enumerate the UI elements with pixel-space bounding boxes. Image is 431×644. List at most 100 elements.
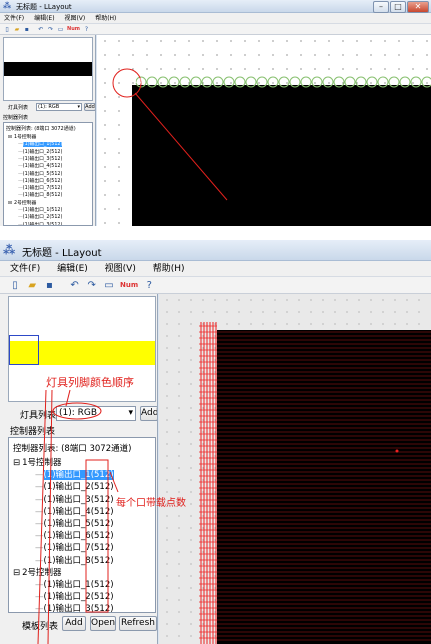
grid-dot	[178, 539, 180, 541]
tree-port-node[interactable]: —(1)输出口_6(512)	[18, 177, 62, 184]
menu-edit[interactable]: 编辑(E)	[57, 261, 88, 277]
points-per-port-annotation: 每个口带载点数	[116, 498, 186, 509]
grid-dot	[174, 40, 176, 42]
grid-dot	[418, 323, 420, 325]
grid-dot	[118, 124, 120, 126]
tree-port-node[interactable]: —(1)输出口_5(512)	[35, 517, 114, 529]
new-file-icon[interactable]: ▯	[3, 24, 11, 35]
grid-dot	[202, 635, 204, 637]
close-button[interactable]: ✕	[407, 1, 429, 13]
tree-expander-icon[interactable]: ⊟	[8, 201, 12, 206]
tree-port-node[interactable]: —(1)输出口_2(512)	[35, 480, 114, 492]
grid-dot	[166, 515, 168, 517]
minimize-button[interactable]: –	[373, 1, 389, 13]
tree-port-node[interactable]: —(1)输出口_3(512)	[18, 221, 62, 225]
tree-port-node[interactable]: —(1)输出口_8(512)	[18, 191, 62, 198]
tree-port-node[interactable]: —(1)输出口_4(512)	[35, 505, 114, 517]
menu-help[interactable]: 帮助(H)	[153, 261, 185, 277]
tree-port-node[interactable]: —(1)输出口_2(512)	[35, 590, 114, 602]
num-icon[interactable]: Num	[119, 277, 139, 294]
layout-canvas[interactable]: 1号	[97, 35, 431, 226]
add-lamp-button[interactable]: Add	[84, 103, 95, 111]
grid-dot	[214, 311, 216, 313]
tree-port-node[interactable]: —(1)输出口_1(512)	[35, 468, 114, 481]
tree-node-label: (1)输出口_3(512)	[43, 604, 114, 613]
tree-node-label: (1)输出口_6(512)	[22, 178, 63, 184]
lamp-list-select[interactable]: (1): RGB ▾	[36, 103, 82, 111]
grid-app-icon: ⁂	[3, 243, 16, 257]
menu-help[interactable]: 帮助(H)	[95, 13, 116, 24]
tree-expander-icon[interactable]: ⊟	[13, 568, 20, 578]
grid-dot	[238, 299, 240, 301]
grid-dot	[258, 82, 260, 84]
grid-dot	[178, 371, 180, 373]
menu-file[interactable]: 文件(F)	[4, 13, 24, 24]
tree-port-node[interactable]: —(1)输出口_8(512)	[35, 554, 114, 566]
tree-expander-icon[interactable]: ⊟	[13, 458, 20, 468]
tree-node-label: (1)输出口_2(512)	[43, 592, 114, 603]
tree-port-node[interactable]: —(1)输出口_3(512)	[18, 155, 62, 162]
grid-dot	[298, 299, 300, 301]
grid-dot	[300, 68, 302, 70]
window-controls: – □ ✕	[373, 1, 429, 13]
grid-dot	[190, 587, 192, 589]
menu-edit[interactable]: 编辑(E)	[34, 13, 54, 24]
grid-dot	[214, 515, 216, 517]
tree-port-node[interactable]: —(1)输出口_1(512)	[35, 578, 114, 590]
tree-controller-node[interactable]: ⊟ 1号控制器	[13, 456, 62, 468]
redo-icon[interactable]: ↷	[47, 24, 55, 35]
tree-port-node[interactable]: —(1)输出口_7(512)	[18, 184, 62, 191]
undo-icon[interactable]: ↶	[68, 277, 82, 294]
tree-port-node[interactable]: —(1)输出口_1(512)	[18, 206, 62, 213]
grid-dot	[146, 40, 148, 42]
redo-icon[interactable]: ↷	[85, 277, 99, 294]
open-folder-icon[interactable]: ▰	[25, 277, 39, 294]
grid-dot	[202, 611, 204, 613]
tree-port-node[interactable]: —(1)输出口_7(512)	[35, 541, 114, 553]
undo-icon[interactable]: ↶	[37, 24, 45, 35]
add-lamp-button[interactable]: Add	[140, 406, 157, 421]
tree-port-node[interactable]: —(1)输出口_6(512)	[35, 529, 114, 541]
frame-icon[interactable]: ▭	[57, 24, 65, 35]
tree-controller-node[interactable]: ⊟ 1号控制器	[8, 133, 36, 140]
maximize-button[interactable]: □	[390, 1, 406, 13]
grid-dot	[104, 180, 106, 182]
grid-dot	[226, 299, 228, 301]
tree-port-node[interactable]: —(1)输出口_4(512)	[18, 162, 62, 169]
grid-dot	[226, 323, 228, 325]
tree-port-node[interactable]: —(1)输出口_3(512)	[35, 602, 114, 613]
grid-dot	[166, 311, 168, 313]
lamp-list-value: (1): RGB	[38, 104, 60, 110]
grid-dot	[286, 299, 288, 301]
template-add-button[interactable]: Add	[62, 616, 86, 631]
grid-dot	[202, 68, 204, 70]
lamp-list-select[interactable]: (1): RGB ▾	[56, 406, 136, 421]
grid-dot	[286, 82, 288, 84]
template-refresh-button[interactable]: Refresh	[119, 616, 157, 631]
grid-dot	[358, 299, 360, 301]
frame-icon[interactable]: ▭	[102, 277, 116, 294]
menu-view[interactable]: 视图(V)	[105, 261, 136, 277]
save-icon[interactable]: ▪	[42, 277, 56, 294]
tree-controller-node[interactable]: ⊟ 2号控制器	[13, 566, 62, 578]
template-open-button[interactable]: Open	[90, 616, 116, 631]
tree-port-node[interactable]: —(1)输出口_3(512)	[35, 493, 114, 505]
tree-port-node[interactable]: —(1)输出口_2(512)	[18, 148, 62, 155]
help-icon[interactable]: ?	[82, 24, 90, 35]
menu-file[interactable]: 文件(F)	[10, 261, 40, 277]
save-icon[interactable]: ▪	[23, 24, 31, 35]
tree-port-node[interactable]: —(1)输出口_1(512)	[18, 140, 63, 148]
grid-dot	[346, 311, 348, 313]
num-icon[interactable]: Num	[67, 24, 81, 35]
tree-expander-icon[interactable]: ⊟	[8, 135, 12, 140]
menu-view[interactable]: 视图(V)	[64, 13, 85, 24]
tree-port-node[interactable]: —(1)输出口_5(512)	[18, 170, 62, 177]
layout-canvas[interactable]	[159, 294, 431, 644]
grid-dot	[322, 299, 324, 301]
help-icon[interactable]: ?	[142, 277, 156, 294]
tree-controller-node[interactable]: ⊟ 2号控制器	[8, 199, 36, 206]
tree-port-node[interactable]: —(1)输出口_2(512)	[18, 213, 62, 220]
new-file-icon[interactable]: ▯	[8, 277, 22, 294]
open-folder-icon[interactable]: ▰	[13, 24, 21, 35]
tree-node-label: (1)输出口_5(512)	[43, 519, 114, 529]
